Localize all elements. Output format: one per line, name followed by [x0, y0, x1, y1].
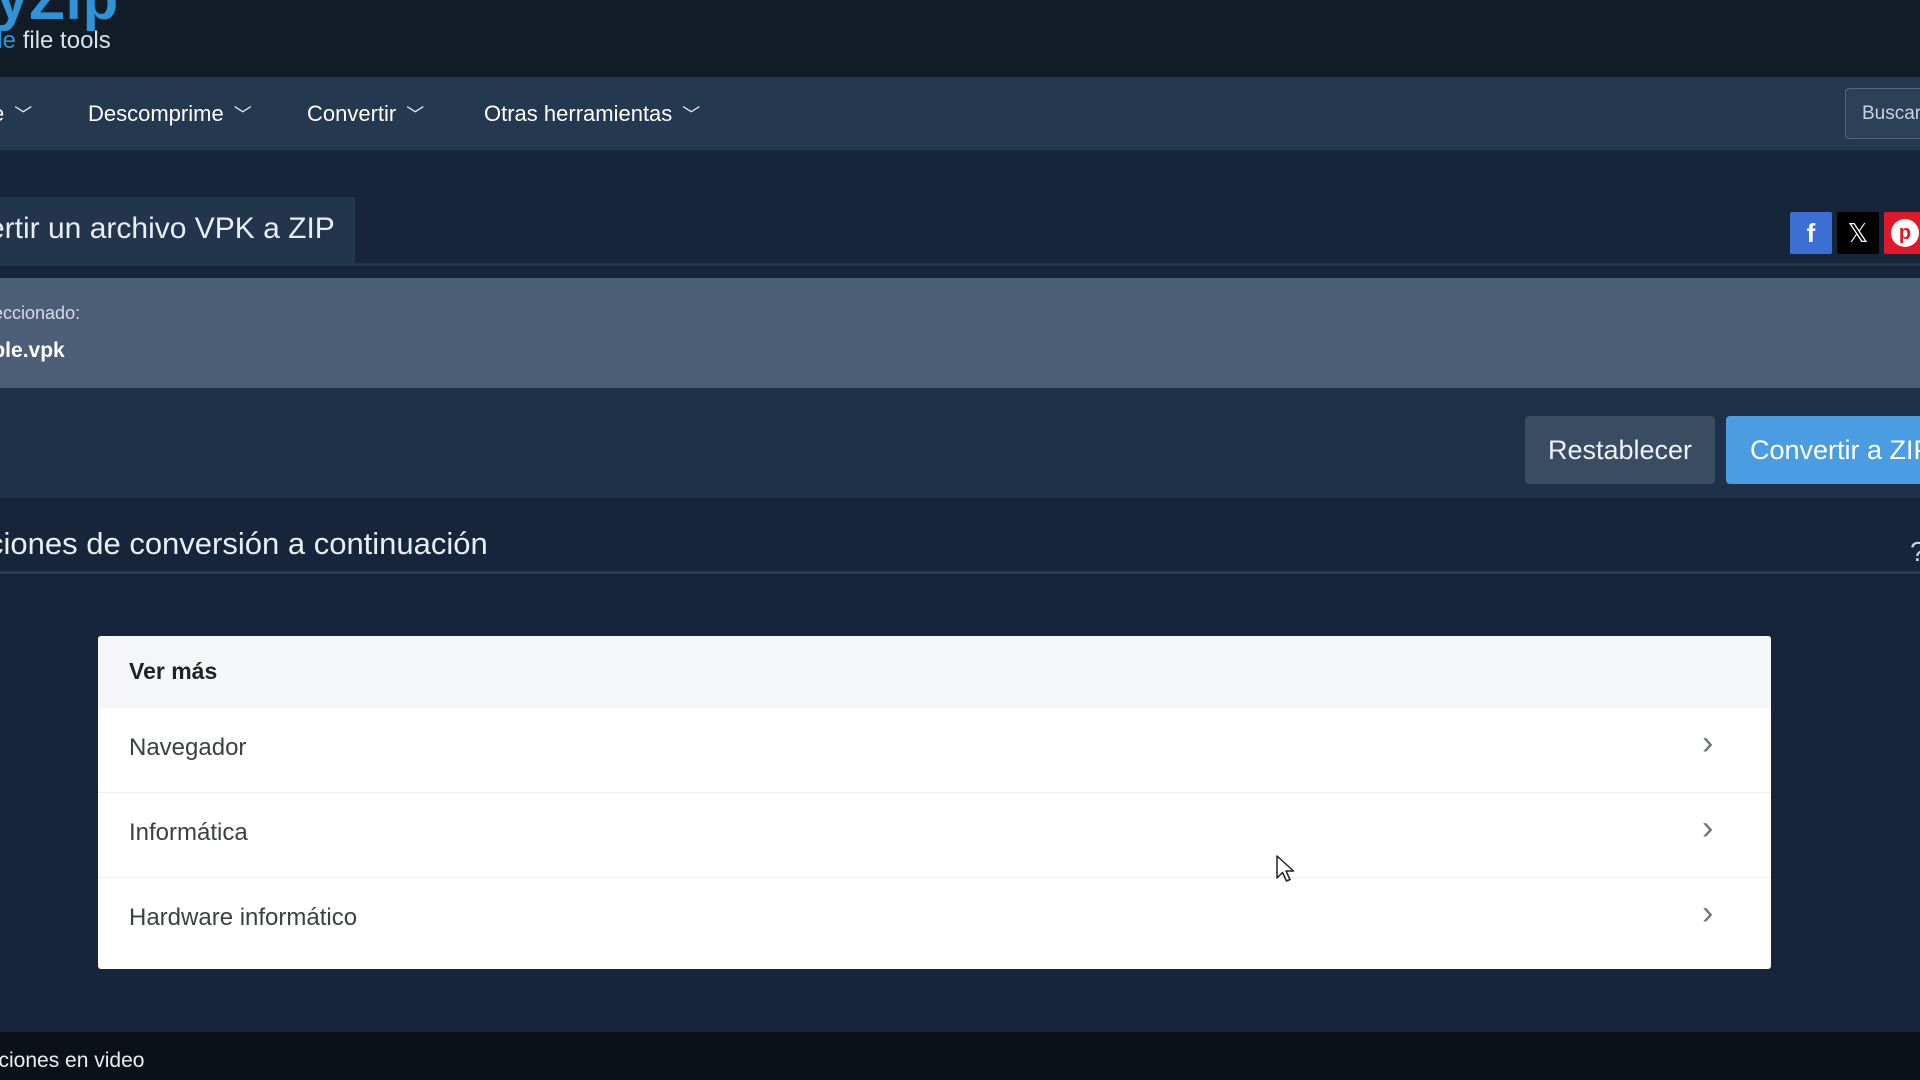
footer-bar [0, 1032, 1920, 1080]
conversion-options-heading: ciones de conversión a continuación [0, 526, 488, 561]
tagline-text: file tools [16, 27, 111, 54]
chevron-down-icon: ﹀ [682, 105, 701, 125]
nav-item-convertir[interactable]: Convertir ﹀ [307, 77, 424, 151]
selected-file-panel [0, 278, 1920, 388]
card-header: Ver más [98, 636, 1771, 708]
chevron-right-icon: › [1702, 894, 1714, 932]
pinterest-share-button[interactable]: p [1884, 212, 1920, 254]
convert-to-zip-button[interactable]: Convertir a ZIP [1726, 416, 1920, 484]
options-divider [0, 571, 1920, 574]
chevron-down-icon: ﹀ [406, 105, 425, 125]
nav-item-descomprime[interactable]: Descomprime ﹀ [88, 77, 252, 151]
nav-item-otras-herramientas[interactable]: Otras herramientas ﹀ [484, 77, 700, 151]
help-icon[interactable]: ? [1910, 536, 1920, 568]
x-share-button[interactable]: 𝕏 [1837, 212, 1879, 254]
chevron-right-icon: › [1702, 724, 1714, 762]
title-divider [0, 263, 1920, 266]
nav-item-label: Descomprime [88, 101, 224, 126]
list-item-hardware-informatico[interactable]: Hardware informático › [98, 878, 1771, 962]
site-tagline: ple file tools [0, 27, 111, 55]
chevron-down-icon: ﹀ [14, 105, 33, 125]
page: yZip ple file tools e﹀ Descomprime﹀ Conv… [0, 0, 1920, 1080]
list-item-label: Hardware informático [129, 904, 358, 931]
facebook-icon: f [1806, 217, 1816, 248]
selected-file-label: seleccionado: [0, 303, 81, 323]
tagline-accent: ple [0, 27, 17, 54]
search-button[interactable]: Buscar [1845, 88, 1920, 139]
chevron-down-icon: ﹀ [233, 105, 252, 125]
x-icon: 𝕏 [1847, 217, 1869, 248]
list-item-informatica[interactable]: Informática › [98, 793, 1771, 877]
nav-item-label: Convertir [307, 101, 397, 126]
nav-item-label: Otras herramientas [484, 101, 673, 126]
mouse-cursor-icon [1276, 855, 1295, 882]
main-nav: e﹀ Descomprime﹀ Convertir﹀ Otras herrami… [0, 77, 1920, 151]
list-item-label: Informática [129, 819, 248, 846]
chevron-right-icon: › [1702, 809, 1714, 847]
pinterest-icon: p [1891, 219, 1919, 247]
nav-item-comprime[interactable]: e﹀ [0, 77, 32, 151]
card-title: Ver más [129, 658, 218, 684]
see-more-card: Ver más Navegador › Informática › Hardwa… [98, 636, 1771, 969]
list-item-label: Navegador [129, 734, 247, 761]
site-header: yZip ple file tools [0, 0, 1920, 77]
list-item-navegador[interactable]: Navegador › [98, 708, 1771, 792]
selected-file-name: ample.vpk [0, 339, 65, 362]
video-instructions-link[interactable]: cciones en video [0, 1049, 144, 1073]
reset-button[interactable]: Restablecer [1525, 416, 1715, 484]
nav-item-label: e [0, 101, 4, 127]
facebook-share-button[interactable]: f [1790, 212, 1832, 254]
page-title: ertir un archivo VPK a ZIP [0, 212, 335, 245]
